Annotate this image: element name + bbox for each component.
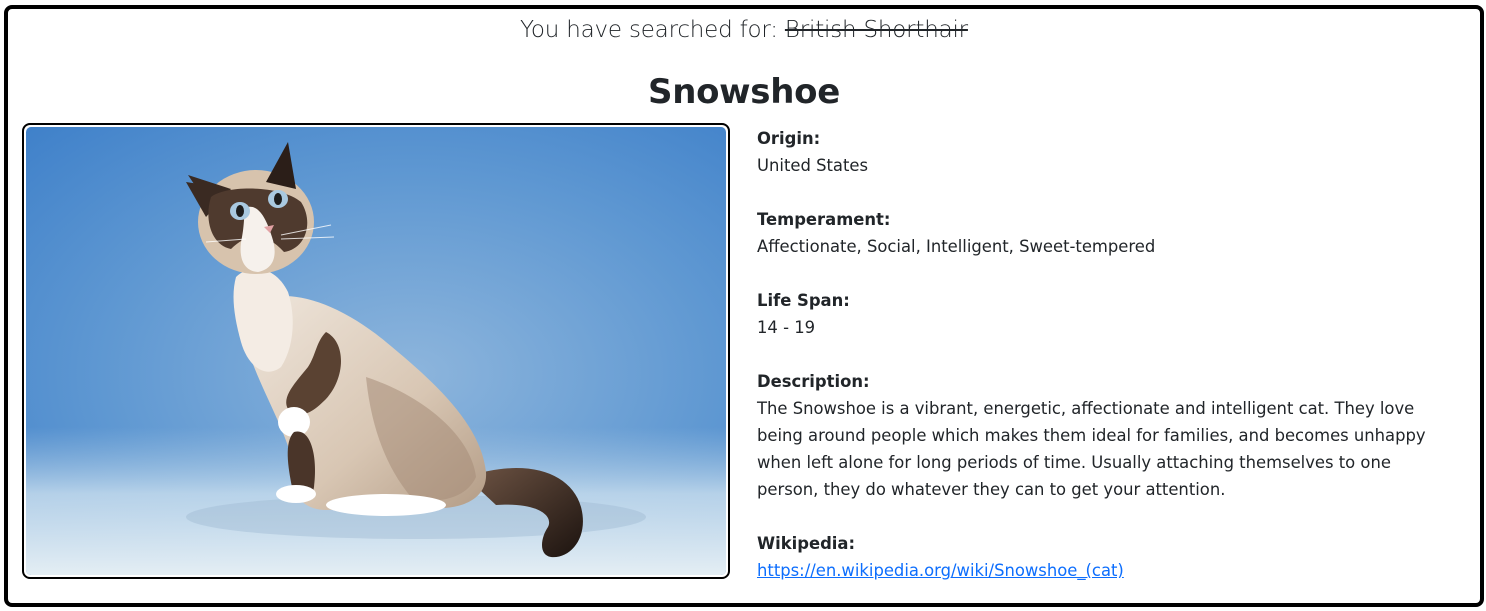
description-label: Description:: [757, 372, 870, 391]
breed-details: Origin: United States Temperament: Affec…: [757, 125, 1457, 611]
temperament-label: Temperament:: [757, 210, 891, 229]
temperament-value: Affectionate, Social, Intelligent, Sweet…: [757, 237, 1156, 256]
breed-title: Snowshoe: [648, 72, 840, 112]
description-value: The Snowshoe is a vibrant, energetic, af…: [757, 399, 1426, 499]
search-summary: You have searched for: British Shorthair: [8, 17, 1480, 43]
description-section: Description: The Snowshoe is a vibrant, …: [757, 368, 1457, 503]
breed-photo: [26, 127, 726, 575]
origin-value: United States: [757, 156, 868, 175]
breed-card: You have searched for: British Shorthair…: [4, 5, 1484, 607]
wikipedia-section: Wikipedia: https://en.wikipedia.org/wiki…: [757, 530, 1457, 584]
wikipedia-link[interactable]: https://en.wikipedia.org/wiki/Snowshoe_(…: [757, 557, 1124, 584]
life-span-label: Life Span:: [757, 291, 850, 310]
search-query: British Shorthair: [784, 17, 968, 43]
origin-section: Origin: United States: [757, 125, 1457, 179]
temperament-section: Temperament: Affectionate, Social, Intel…: [757, 206, 1457, 260]
life-span-section: Life Span: 14 - 19: [757, 287, 1457, 341]
life-span-value: 14 - 19: [757, 318, 816, 337]
wikipedia-label: Wikipedia:: [757, 534, 856, 553]
origin-label: Origin:: [757, 129, 821, 148]
search-prefix: You have searched for:: [520, 17, 778, 43]
breed-photo-frame: [22, 123, 730, 579]
